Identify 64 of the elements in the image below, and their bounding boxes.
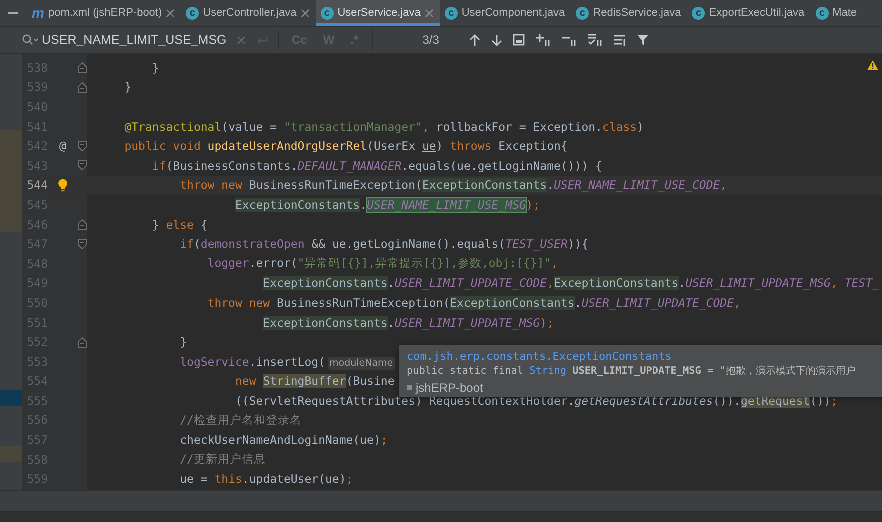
clear-icon[interactable] bbox=[237, 36, 246, 44]
code-line: ExceptionConstants.USER_LIMIT_UPDATE_MSG); bbox=[262, 316, 554, 330]
code-line: ExceptionConstants.USER_NAME_LIMIT_USE_MSG); bbox=[234, 198, 540, 212]
arrow-up-icon[interactable] bbox=[469, 34, 482, 46]
implements-marker[interactable]: @ bbox=[59, 139, 67, 154]
fold-end-icon[interactable] bbox=[78, 82, 87, 93]
code-line: //检查用户名和登录名 bbox=[179, 412, 302, 428]
class-icon: c bbox=[186, 6, 200, 20]
window-icon[interactable] bbox=[513, 34, 526, 46]
editor-tab[interactable]: c UserController.java bbox=[181, 0, 316, 26]
code-line: public void updateUserAndOrgUserRel(UserEx ue) throws Exception{ bbox=[124, 139, 568, 154]
code-line: } else { bbox=[151, 218, 208, 232]
match-count: 3/3 bbox=[422, 33, 440, 47]
warning-icon[interactable] bbox=[867, 60, 879, 71]
line-number: 544 bbox=[26, 178, 48, 192]
arrow-down-icon[interactable] bbox=[491, 34, 504, 46]
fold-end-icon[interactable] bbox=[78, 219, 87, 230]
add-selection-icon[interactable] bbox=[535, 33, 552, 47]
lightbulb-icon[interactable] bbox=[58, 178, 68, 192]
code-line: if(BusinessConstants.DEFAULT_MANAGER.equals(ue.getLoginName())) { bbox=[151, 158, 602, 173]
module-icon bbox=[407, 385, 413, 391]
class-icon: c bbox=[444, 6, 458, 20]
class-icon: c bbox=[692, 6, 706, 20]
select-all-icon[interactable] bbox=[587, 33, 604, 47]
code-line: throw new BusinessRunTimeException(ExceptionConstants.USER_LIMIT_UPDATE_CODE, bbox=[206, 296, 741, 310]
module-name: jshERP-boot bbox=[416, 381, 484, 395]
class-icon: c bbox=[816, 6, 829, 20]
maven-file-icon: m bbox=[32, 6, 44, 20]
field-declaration: public static final String USER_LIMIT_UPDATE_MSG = "抱歉，演示模式下的演示用户 bbox=[407, 364, 857, 379]
code-line: } bbox=[151, 60, 160, 75]
class-icon: c bbox=[320, 6, 334, 20]
code-line: ue = this.updateUser(ue); bbox=[179, 472, 354, 486]
code-line: logger.error("异常码[{}],异常提示[{}],参数,obj:[{}]", bbox=[206, 256, 558, 272]
search-icon bbox=[22, 34, 38, 46]
fold-end-icon[interactable] bbox=[78, 336, 87, 348]
filter-lines-icon[interactable] bbox=[613, 34, 628, 46]
fold-end-icon[interactable] bbox=[78, 62, 87, 74]
filter-icon[interactable] bbox=[637, 34, 650, 46]
code-line: throw new BusinessRunTimeException(ExceptionConstants.USER_NAME_LIMIT_USE_CODE, bbox=[179, 178, 728, 192]
code-line: checkUserNameAndLoginName(ue); bbox=[179, 433, 388, 448]
editor-tab[interactable]: c ExportExecUtil.java bbox=[687, 0, 811, 26]
code-line: new StringBuffer(Busine bbox=[234, 374, 395, 388]
code-line: ExceptionConstants.USER_LIMIT_UPDATE_CODE,ExceptionConstants.USER_LIMIT_UPDATE_MSG, TEST_ bbox=[262, 276, 880, 290]
editor-tab[interactable]: c Mate bbox=[810, 0, 864, 26]
class-icon: c bbox=[576, 6, 590, 20]
editor-tab[interactable]: m pom.xml (jshERP-boot) bbox=[27, 0, 182, 26]
fold-start-icon[interactable] bbox=[78, 160, 87, 172]
editor-tab[interactable]: c RedisService.java bbox=[571, 0, 688, 26]
fold-start-icon[interactable] bbox=[78, 238, 87, 250]
editor-tab[interactable]: c UserService.java bbox=[316, 0, 440, 26]
close-icon[interactable] bbox=[166, 8, 176, 18]
search-field[interactable]: USER_NAME_LIMIT_USE_MSG bbox=[22, 33, 227, 47]
code-line: //更新用户信息 bbox=[179, 452, 266, 468]
close-icon[interactable] bbox=[424, 8, 434, 18]
code-line: logService.insertLog( moduleName bbox=[179, 354, 396, 369]
horizontal-scrollbar[interactable] bbox=[0, 490, 882, 511]
editor-tab[interactable]: c UserComponent.java bbox=[440, 0, 572, 26]
class-link[interactable]: com.jsh.erp.constants.ExceptionConstants bbox=[407, 349, 882, 364]
fold-start-icon[interactable] bbox=[78, 140, 87, 152]
code-line: } bbox=[179, 335, 188, 350]
close-icon[interactable] bbox=[300, 8, 310, 18]
code-line: } bbox=[124, 80, 132, 94]
code-line: @Transactional(value = "transactionManager", rollbackFor = Exception.class) bbox=[124, 120, 644, 134]
code-line: if(demonstrateOpen && ue.getLoginName().equals(TEST_USER)){ bbox=[179, 237, 589, 252]
